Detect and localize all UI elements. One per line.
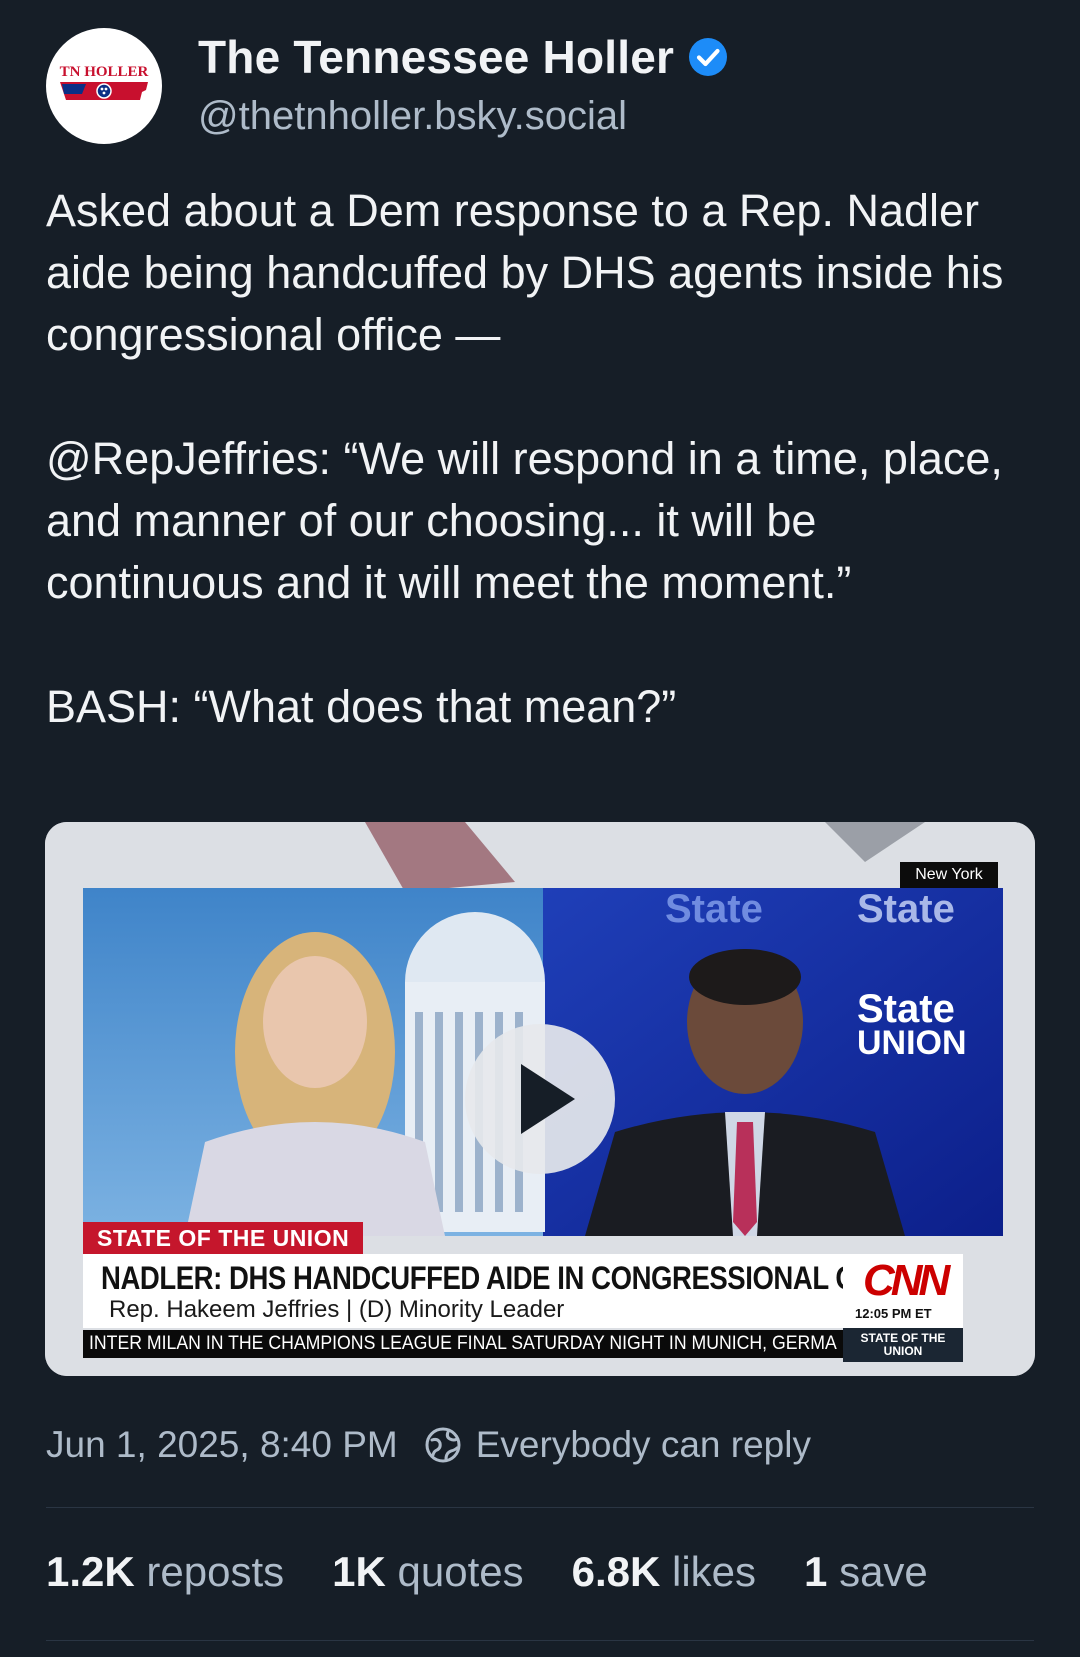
cnn-logo: CNN (863, 1256, 950, 1305)
reposts-count: 1.2K (46, 1548, 135, 1595)
tn-holler-logo: TN HOLLER (60, 64, 149, 100)
divider-bottom (46, 1640, 1034, 1641)
location-tag: New York (900, 862, 998, 888)
globe-icon (425, 1427, 461, 1463)
verified-badge-icon[interactable] (688, 37, 728, 77)
ticker-show-logo: STATE OF THE UNION (843, 1328, 963, 1362)
reply-setting: Everybody can reply (475, 1424, 811, 1465)
quotes-label: quotes (397, 1548, 524, 1595)
chyron-subline: Rep. Hakeem Jeffries | (D) Minority Lead… (109, 1296, 565, 1323)
svg-text:TN HOLLER: TN HOLLER (60, 64, 149, 80)
broadcast-time: 12:05 PM ET (855, 1306, 932, 1321)
svg-text:State: State (857, 887, 955, 931)
post-text: Asked about a Dem response to a Rep. Nad… (46, 185, 1004, 732)
engagement-stats: 1.2K reposts 1K quotes 6.8K likes 1 save (46, 1548, 928, 1596)
post-timestamp[interactable]: Jun 1, 2025, 8:40 PM (46, 1424, 398, 1466)
reposts-label: reposts (146, 1548, 285, 1595)
author-display-name[interactable]: The Tennessee Holler (198, 30, 674, 84)
network-bug: CNN 12:05 PM ET (843, 1254, 963, 1328)
likes-stat[interactable]: 6.8K likes (572, 1548, 756, 1596)
author-handle[interactable]: @thetnholler.bsky.social (198, 94, 627, 139)
chyron-headline: NADLER: DHS HANDCUFFED AIDE IN CONGRESSI… (101, 1260, 934, 1296)
saves-stat: 1 save (804, 1548, 928, 1596)
likes-label: likes (672, 1548, 757, 1595)
svg-text:UNION: UNION (857, 1024, 967, 1062)
divider (46, 1507, 1034, 1508)
quotes-count: 1K (332, 1548, 386, 1595)
post-meta: Jun 1, 2025, 8:40 PM Everybody can reply (46, 1424, 811, 1466)
reposts-stat[interactable]: 1.2K reposts (46, 1548, 284, 1596)
quotes-stat[interactable]: 1K quotes (332, 1548, 523, 1596)
headline-box: NADLER: DHS HANDCUFFED AIDE IN CONGRESSI… (83, 1254, 963, 1328)
svg-text:State: State (665, 887, 763, 931)
likes-count: 6.8K (571, 1548, 661, 1595)
play-icon (521, 1064, 575, 1134)
post-header: TN HOLLER The Tennessee Holler @thetnhol… (46, 28, 1046, 148)
video-player[interactable]: State State State UNION New York STATE O… (45, 822, 1035, 1376)
saves-count: 1 (804, 1548, 828, 1595)
ticker-text: INTER MILAN IN THE CHAMPIONS LEAGUE FINA… (89, 1333, 837, 1354)
news-ticker: INTER MILAN IN THE CHAMPIONS LEAGUE FINA… (83, 1330, 849, 1358)
saves-label: save (839, 1548, 928, 1595)
show-tag: STATE OF THE UNION (83, 1222, 364, 1254)
play-button[interactable] (465, 1024, 615, 1174)
author-avatar[interactable]: TN HOLLER (46, 28, 162, 144)
